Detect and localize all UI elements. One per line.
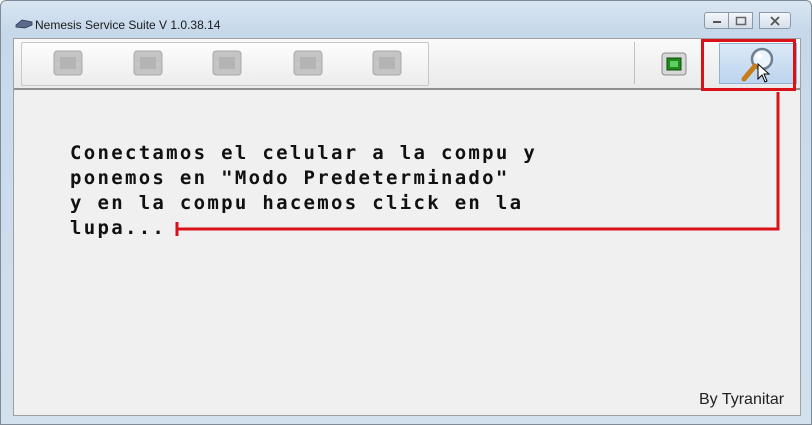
toolbar-button-2[interactable] [132,48,164,78]
author-credit: By Tyranitar [699,391,785,408]
chip-button[interactable] [657,48,691,80]
instruction-text: Conectamos el celular a la compu y ponem… [70,141,537,241]
toolbar-button-4[interactable] [292,48,324,78]
disabled-button-icon [212,50,242,76]
maximize-icon [735,16,746,25]
close-button[interactable] [759,12,791,29]
minimize-button[interactable] [704,12,729,29]
highlight-box [701,39,796,91]
minimize-icon [712,20,721,23]
disabled-button-icon [53,50,83,76]
disabled-button-icon [133,50,163,76]
toolbar-button-group [21,42,429,86]
disabled-button-icon [372,50,402,76]
toolbar [14,39,800,90]
toolbar-button-1[interactable] [52,48,84,78]
title-bar[interactable]: Nemesis Service Suite V 1.0.38.14 [1,1,811,37]
maximize-button[interactable] [728,12,753,29]
close-icon [770,15,780,26]
instruction-line: Conectamos el celular a la compu y [70,142,538,164]
chip-icon [661,52,687,76]
toolbar-button-3[interactable] [211,48,243,78]
window-title: Nemesis Service Suite V 1.0.38.14 [35,18,221,32]
instruction-line: lupa... [70,217,167,239]
app-logo-icon [15,19,33,29]
instruction-line: y en la compu hacemos click en la [70,192,524,214]
instruction-line: ponemos en "Modo Predeterminado" [70,167,510,189]
disabled-button-icon [293,50,323,76]
toolbar-button-5[interactable] [371,48,403,78]
